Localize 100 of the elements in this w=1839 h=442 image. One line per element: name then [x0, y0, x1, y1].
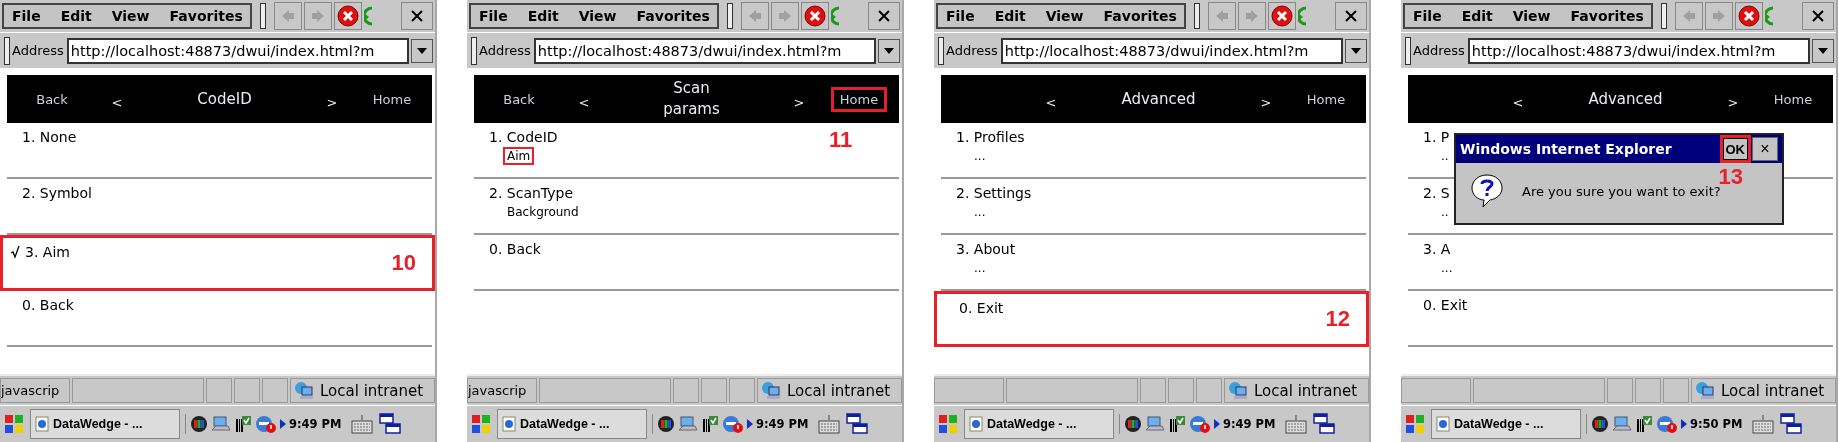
next-link[interactable]: >: [326, 94, 338, 110]
toolbar-grip[interactable]: [727, 3, 733, 29]
list-row[interactable]: 0. Back: [474, 235, 899, 291]
menu-option[interactable]: 2. ScanType: [489, 185, 573, 201]
menu-option[interactable]: 0. Back: [489, 241, 541, 257]
close-icon[interactable]: [1802, 2, 1834, 30]
list-row[interactable]: 2. Settings ...: [941, 179, 1366, 235]
list-row[interactable]: 0. Exit 12: [934, 291, 1369, 347]
menu-item[interactable]: Favorites: [169, 8, 243, 24]
barcode-icon[interactable]: [1635, 415, 1653, 433]
color-wheel-icon[interactable]: [1124, 415, 1142, 433]
dropdown-icon[interactable]: [1345, 38, 1367, 63]
next-link[interactable]: >: [1260, 94, 1272, 110]
list-row[interactable]: 0. Back: [7, 291, 432, 347]
expand-arrow-icon[interactable]: [1214, 419, 1220, 429]
list-row[interactable]: 1. None: [7, 123, 432, 179]
toolbar-grip[interactable]: [1405, 36, 1411, 65]
previous-link[interactable]: <: [1512, 94, 1524, 110]
menu-item[interactable]: Favorites: [636, 8, 710, 24]
next-link[interactable]: >: [1727, 94, 1739, 110]
stop-icon[interactable]: [1268, 2, 1296, 30]
address-field[interactable]: http://localhost:48873/dwui/index.html?m: [1467, 37, 1810, 64]
home-link[interactable]: Home: [1297, 86, 1355, 112]
home-link[interactable]: Home: [363, 86, 421, 112]
menu-item[interactable]: Edit: [527, 8, 559, 24]
home-link[interactable]: Home: [1764, 86, 1822, 112]
toolbar-grip[interactable]: [4, 36, 10, 65]
windows-icon[interactable]: [1780, 413, 1803, 435]
toolbar-grip[interactable]: [471, 36, 477, 65]
menu-option[interactable]: 0. Exit: [1423, 297, 1468, 313]
menu-option[interactable]: 2. S: [1423, 185, 1450, 201]
dropdown-icon[interactable]: [878, 38, 900, 63]
stop-icon[interactable]: [801, 2, 829, 30]
menu-item[interactable]: View: [1512, 8, 1551, 24]
address-field[interactable]: http://localhost:48873/dwui/index.html?m: [1000, 37, 1343, 64]
color-wheel-icon[interactable]: [657, 415, 675, 433]
menu-option[interactable]: 1. P: [1423, 129, 1450, 145]
taskbar-button[interactable]: DataWedge - ...: [1431, 409, 1581, 439]
menu-item[interactable]: Edit: [60, 8, 92, 24]
stop-icon[interactable]: [334, 2, 362, 30]
menu-item[interactable]: File: [1413, 8, 1442, 24]
expand-arrow-icon[interactable]: [1681, 419, 1687, 429]
menu-option[interactable]: 2. Settings: [956, 185, 1032, 201]
menu-item[interactable]: Favorites: [1103, 8, 1177, 24]
list-row[interactable]: 3. A ...: [1408, 235, 1833, 291]
menu-option[interactable]: 0. Back: [22, 297, 74, 313]
menu-item[interactable]: File: [479, 8, 508, 24]
close-button[interactable]: ×: [1752, 137, 1778, 161]
back-link[interactable]: Back: [27, 86, 77, 112]
ok-button[interactable]: OK: [1722, 138, 1748, 160]
toolbar-grip[interactable]: [938, 36, 944, 65]
barcode-icon[interactable]: [701, 415, 719, 433]
list-row[interactable]: 2. ScanType Background: [474, 179, 899, 235]
color-wheel-icon[interactable]: [1591, 415, 1609, 433]
list-row[interactable]: 1. Profiles ...: [941, 123, 1366, 179]
toolbar-grip[interactable]: [1661, 3, 1667, 29]
list-row[interactable]: 3. Aim 10: [0, 235, 435, 291]
menu-item[interactable]: Favorites: [1570, 8, 1644, 24]
taskbar-button[interactable]: DataWedge - ...: [497, 409, 647, 439]
start-icon[interactable]: [470, 413, 492, 435]
windows-icon[interactable]: [379, 413, 402, 435]
stop-icon[interactable]: [1735, 2, 1763, 30]
menu-item[interactable]: File: [12, 8, 41, 24]
address-field[interactable]: http://localhost:48873/dwui/index.html?m: [66, 37, 409, 64]
start-icon[interactable]: [1404, 413, 1426, 435]
toolbar-grip[interactable]: [1194, 3, 1200, 29]
taskbar-button[interactable]: DataWedge - ...: [30, 409, 180, 439]
close-icon[interactable]: [868, 2, 900, 30]
list-row[interactable]: 2. Symbol: [7, 179, 432, 235]
taskbar-button[interactable]: DataWedge - ...: [964, 409, 1114, 439]
previous-link[interactable]: <: [1045, 94, 1057, 110]
menu-option[interactable]: 1. Profiles: [956, 129, 1025, 145]
menu-option[interactable]: 3. A: [1423, 241, 1451, 257]
list-row[interactable]: 3. About ...: [941, 235, 1366, 291]
menu-item[interactable]: Edit: [994, 8, 1026, 24]
menu-option[interactable]: 0. Exit: [959, 300, 1004, 316]
menu-item[interactable]: File: [946, 8, 975, 24]
browser-alert-icon[interactable]: [1656, 414, 1678, 434]
windows-icon[interactable]: [1313, 413, 1336, 435]
previous-link[interactable]: <: [578, 94, 590, 110]
home-link[interactable]: Home: [830, 86, 888, 112]
expand-arrow-icon[interactable]: [747, 419, 753, 429]
dropdown-icon[interactable]: [411, 38, 433, 63]
barcode-icon[interactable]: [234, 415, 252, 433]
expand-arrow-icon[interactable]: [280, 419, 286, 429]
address-field[interactable]: http://localhost:48873/dwui/index.html?m: [533, 37, 876, 64]
menu-item[interactable]: View: [578, 8, 617, 24]
toolbar-grip[interactable]: [260, 3, 266, 29]
close-icon[interactable]: [1335, 2, 1367, 30]
color-wheel-icon[interactable]: [190, 415, 208, 433]
start-icon[interactable]: [937, 413, 959, 435]
next-link[interactable]: >: [793, 94, 805, 110]
back-link[interactable]: Back: [494, 86, 544, 112]
windows-icon[interactable]: [846, 413, 869, 435]
menu-item[interactable]: View: [111, 8, 150, 24]
menu-option[interactable]: 3. Aim: [25, 244, 70, 260]
previous-link[interactable]: <: [111, 94, 123, 110]
browser-alert-icon[interactable]: [255, 414, 277, 434]
browser-alert-icon[interactable]: [722, 414, 744, 434]
menu-option[interactable]: 1. None: [22, 129, 77, 145]
